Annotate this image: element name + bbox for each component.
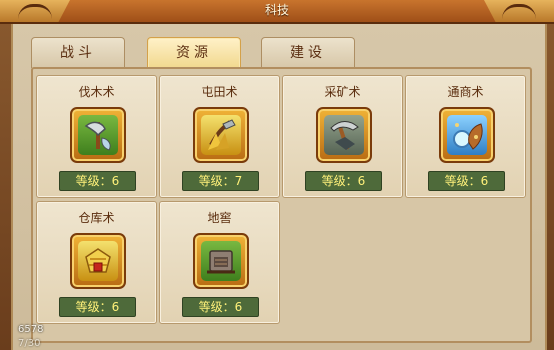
storehouse-icon-art [78,241,118,281]
mining-icon-art [324,115,364,155]
skill-card-farming[interactable]: 屯田术 等级：7 [159,75,280,198]
tab-resources[interactable]: 资源 [147,37,241,68]
overlay-sub: 7/30 [18,338,41,349]
skill-card-mining[interactable]: 采矿术 等级：6 [282,75,403,198]
cellar-icon-art [201,241,241,281]
tab-battle[interactable]: 战斗 [31,37,125,68]
trade-icon-art [447,115,487,155]
trade-icon[interactable] [439,107,495,163]
mining-icon[interactable] [316,107,372,163]
skills-grid: 伐木术 等级：6 屯田术 等级：7 采矿术 等级：6 通商术 等级：6 仓库术 … [31,67,532,343]
skill-name: 地窖 [207,211,232,225]
right-ornament [484,0,554,24]
level-label: 等级：7 [182,171,259,191]
storehouse-icon[interactable] [70,233,126,289]
skill-name: 仓库术 [78,211,115,225]
skill-card-storage[interactable]: 仓库术 等级：6 [36,201,157,324]
level-label: 等级：6 [59,297,136,317]
level-label: 等级：6 [428,171,505,191]
skill-card-logging[interactable]: 伐木术 等级：6 [36,75,157,198]
skill-name: 采矿术 [324,85,361,99]
window-title: 科技 [264,3,289,17]
tab-construction[interactable]: 建设 [261,37,355,68]
skill-name: 伐木术 [78,85,115,99]
title-bar: 科技 [0,0,554,24]
axe-icon[interactable] [70,107,126,163]
level-label: 等级：6 [305,171,382,191]
level-label: 等级：6 [59,171,136,191]
skill-card-trade[interactable]: 通商术 等级：6 [405,75,526,198]
axe-icon-art [78,115,118,155]
cellar-icon[interactable] [193,233,249,289]
farming-icon[interactable] [193,107,249,163]
skill-name: 通商术 [447,85,484,99]
skill-name: 屯田术 [201,85,238,99]
level-label: 等级：6 [182,297,259,317]
farming-icon-art [201,115,241,155]
ornament-icon [502,4,536,19]
overlay-code: 6578 [18,324,44,335]
skill-card-cellar[interactable]: 地窖 等级：6 [159,201,280,324]
